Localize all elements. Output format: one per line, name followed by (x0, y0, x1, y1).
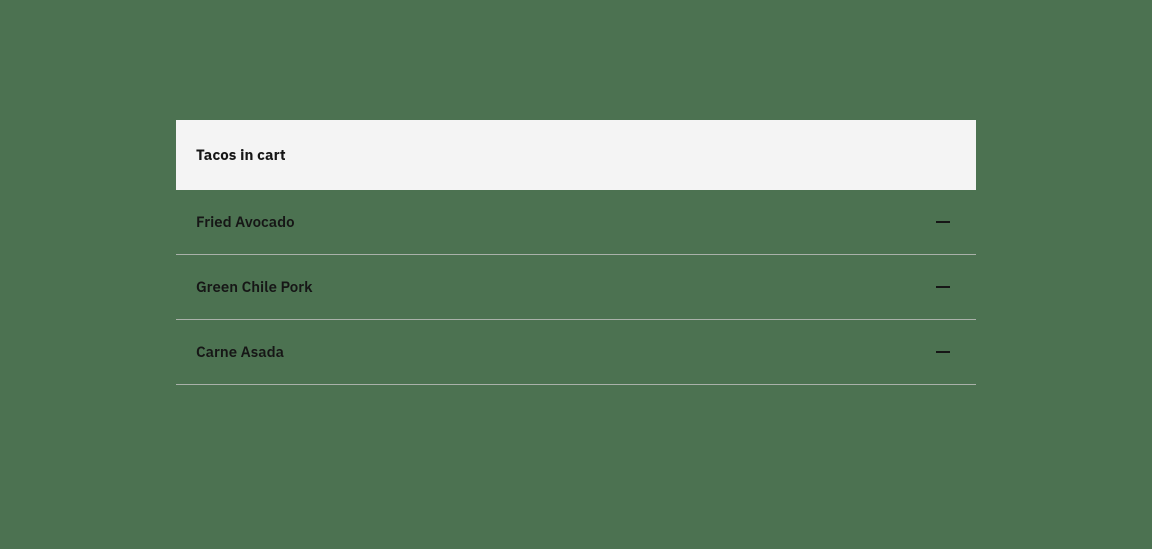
minus-icon (936, 286, 950, 289)
cart-panel: Tacos in cart Fried Avocado Green Chile … (176, 120, 976, 385)
cart-item-label: Carne Asada (196, 343, 284, 362)
cart-item-row: Carne Asada (176, 320, 976, 385)
minus-icon (936, 221, 950, 224)
cart-item-row: Fried Avocado (176, 190, 976, 255)
cart-item-label: Green Chile Pork (196, 278, 313, 297)
cart-header: Tacos in cart (176, 120, 976, 190)
cart-item-row: Green Chile Pork (176, 255, 976, 320)
remove-item-button[interactable] (930, 215, 956, 230)
remove-item-button[interactable] (930, 345, 956, 360)
remove-item-button[interactable] (930, 280, 956, 295)
cart-item-label: Fried Avocado (196, 213, 295, 232)
minus-icon (936, 351, 950, 354)
cart-title: Tacos in cart (196, 146, 286, 165)
